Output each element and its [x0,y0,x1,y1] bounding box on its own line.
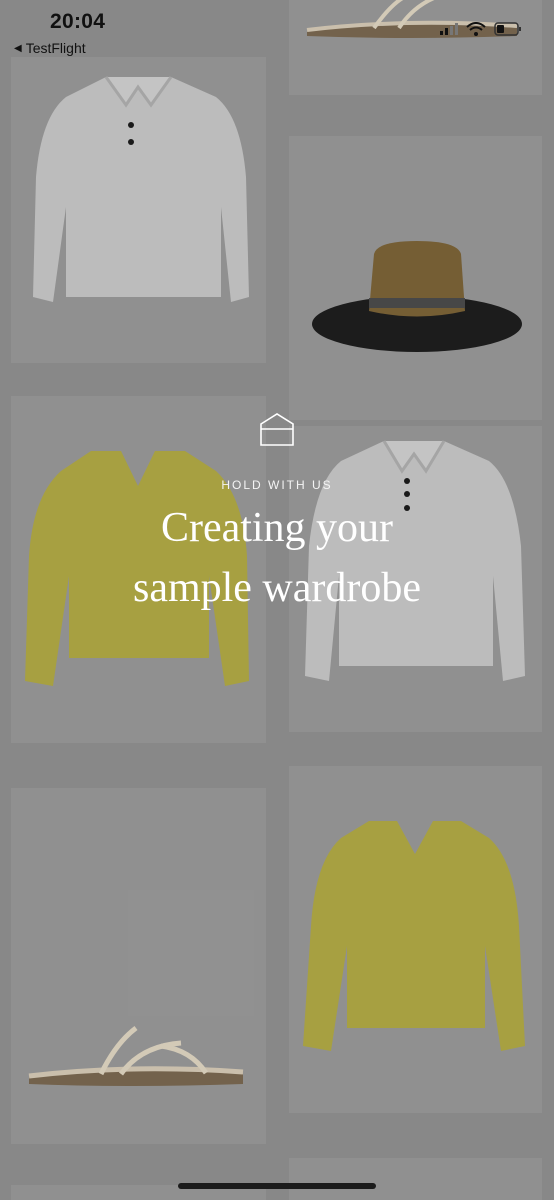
back-to-testflight-link[interactable]: ◀ TestFlight [14,40,86,56]
back-link-label: TestFlight [25,40,86,56]
sandal-image [28,1026,244,1086]
wifi-icon [466,22,486,36]
vneck-sweater-image [303,821,525,1051]
home-indicator[interactable] [178,1183,376,1189]
product-tile-sandal [11,788,266,1144]
loading-title: Creating your sample wardrobe [0,498,554,618]
loading-screen: 20:04 ◀ TestFlight HOLD WITH US Creating… [0,0,554,1200]
loading-eyebrow: HOLD WITH US [221,478,333,492]
signal-icon [440,23,458,35]
status-icons [440,22,522,36]
sandal-image [306,0,518,38]
product-tile-straw-hat [289,136,542,420]
loading-title-line-1: Creating your [160,505,394,551]
product-tile-polo-sweater [11,57,266,363]
house-icon [260,413,294,446]
loading-title-line-2: sample wardrobe [132,565,422,611]
product-tile-partial [289,1158,542,1200]
back-arrow-icon: ◀ [14,42,22,54]
straw-hat-image [312,241,522,352]
loading-message: HOLD WITH US Creating your sample wardro… [0,410,554,618]
product-tile-sandal-top [289,0,542,95]
product-tile-vneck-sweater [289,766,542,1113]
polo-sweater-image [33,76,249,302]
battery-icon [494,22,521,36]
status-time: 20:04 [50,10,106,33]
